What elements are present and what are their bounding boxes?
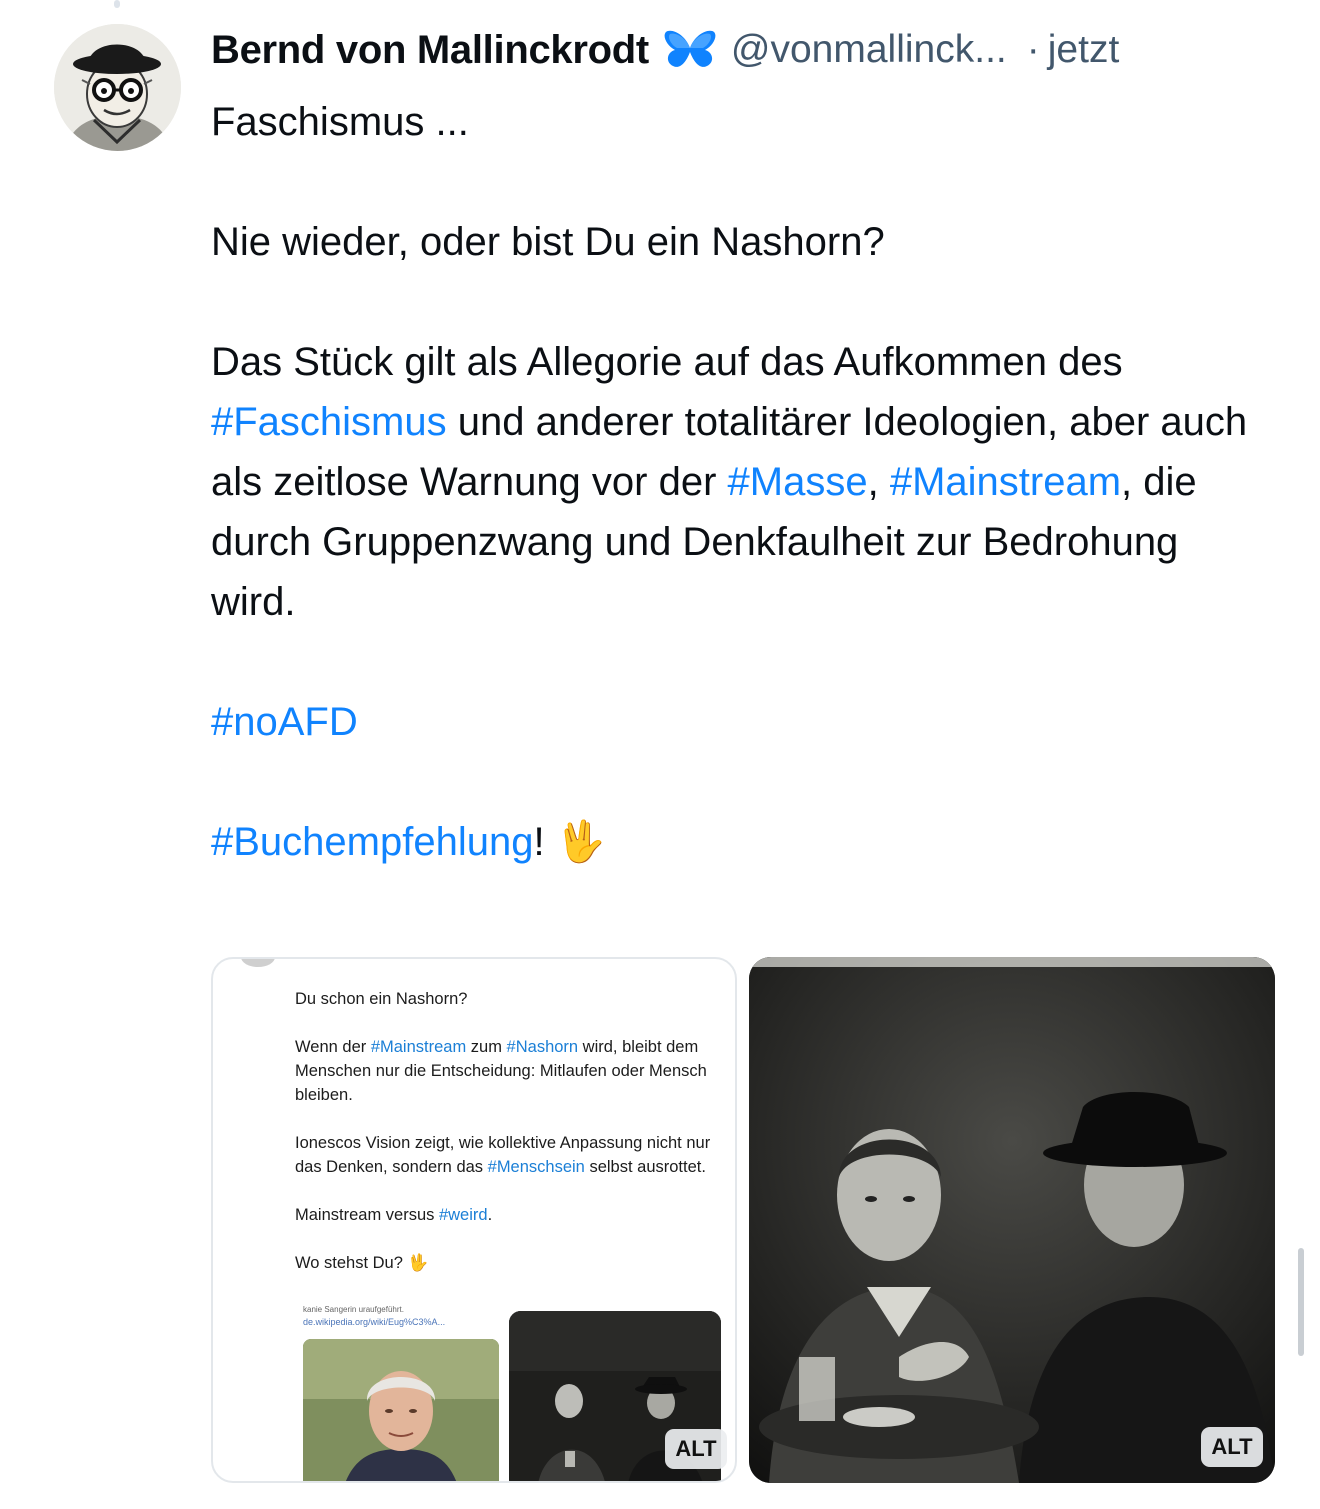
hashtag-masse[interactable]: #Masse — [728, 460, 868, 504]
inner-post-text: Du schon ein Nashorn? Wenn der #Mainstre… — [295, 987, 725, 1275]
inner-avatar — [241, 959, 275, 967]
display-name[interactable]: Bernd von Mallinckrodt — [211, 28, 649, 73]
post-header: Bernd von Mallinckrodt @vonmallinck... ·… — [211, 22, 1281, 78]
butterfly-icon — [663, 28, 717, 72]
separator: · — [1026, 28, 1040, 71]
inner-link: de.wikipedia.org/wiki/Eug%C3%A... — [303, 1317, 446, 1327]
inner-line: Du schon ein Nashorn? — [295, 990, 468, 1008]
alt-text-button[interactable]: ALT — [665, 1429, 727, 1469]
text-segment: Wenn der — [295, 1038, 371, 1056]
thread-line — [114, 0, 120, 8]
alt-text-button[interactable]: ALT — [1201, 1427, 1263, 1467]
inner-portrait-photo — [303, 1339, 499, 1481]
hashtag-mainstream[interactable]: #Mainstream — [890, 460, 1121, 504]
avatar[interactable] — [54, 24, 181, 151]
inner-hashtag: #Mainstream — [370, 1038, 467, 1056]
inner-hashtag: #Menschsein — [487, 1158, 585, 1176]
text-segment: Das Stück gilt als Allegorie auf das Auf… — [211, 340, 1123, 384]
hashtag-noafd[interactable]: #noAFD — [211, 700, 358, 744]
post-text: Faschismus ... Nie wieder, oder bist Du … — [211, 92, 1271, 872]
inner-paragraph: Wenn der #Mainstream zum #Nashorn wird, … — [295, 1035, 725, 1107]
post-line-buchempfehlung: #Buchempfehlung! 🖖 — [211, 812, 1271, 872]
scrollbar[interactable] — [1298, 1248, 1304, 1356]
text-segment: . — [487, 1206, 493, 1224]
inner-paragraph: Mainstream versus #weird. — [295, 1203, 725, 1227]
post-line-2: Nie wieder, oder bist Du ein Nashorn? — [211, 220, 885, 264]
post-paragraph-3: Das Stück gilt als Allegorie auf das Auf… — [211, 332, 1271, 632]
hashtag-faschismus[interactable]: #Faschismus — [211, 400, 447, 444]
text-segment: , — [867, 460, 890, 504]
timestamp[interactable]: jetzt — [1048, 28, 1120, 72]
text-segment: selbst ausrottet. — [584, 1158, 706, 1176]
media-image-screenshot[interactable]: Du schon ein Nashorn? Wenn der #Mainstre… — [211, 957, 737, 1483]
handle[interactable]: @vonmallinck... — [731, 28, 1007, 72]
text-segment: zum — [466, 1038, 507, 1056]
avatar-illustration — [54, 24, 181, 151]
hashtag-buchempfehlung[interactable]: #Buchempfehlung — [211, 820, 533, 864]
media-image-film-still[interactable]: ALT — [749, 957, 1275, 1483]
post-line-1: Faschismus ... — [211, 100, 469, 144]
film-still-illustration — [749, 957, 1275, 1483]
text-segment: Mainstream versus — [295, 1206, 439, 1224]
inner-hashtag: #Nashorn — [506, 1038, 579, 1056]
inner-paragraph: Ionescos Vision zeigt, wie kollektive An… — [295, 1131, 725, 1179]
vulcan-salute-emoji: 🖖 — [555, 820, 606, 864]
text-segment: ! — [533, 820, 545, 864]
inner-hashtag: #weird — [438, 1206, 488, 1224]
inner-line: Wo stehst Du? 🖖 — [295, 1254, 429, 1272]
inner-caption: kanie Sangerin uraufgeführt. — [303, 1305, 404, 1314]
post-line-noafd: #noAFD — [211, 692, 1271, 752]
